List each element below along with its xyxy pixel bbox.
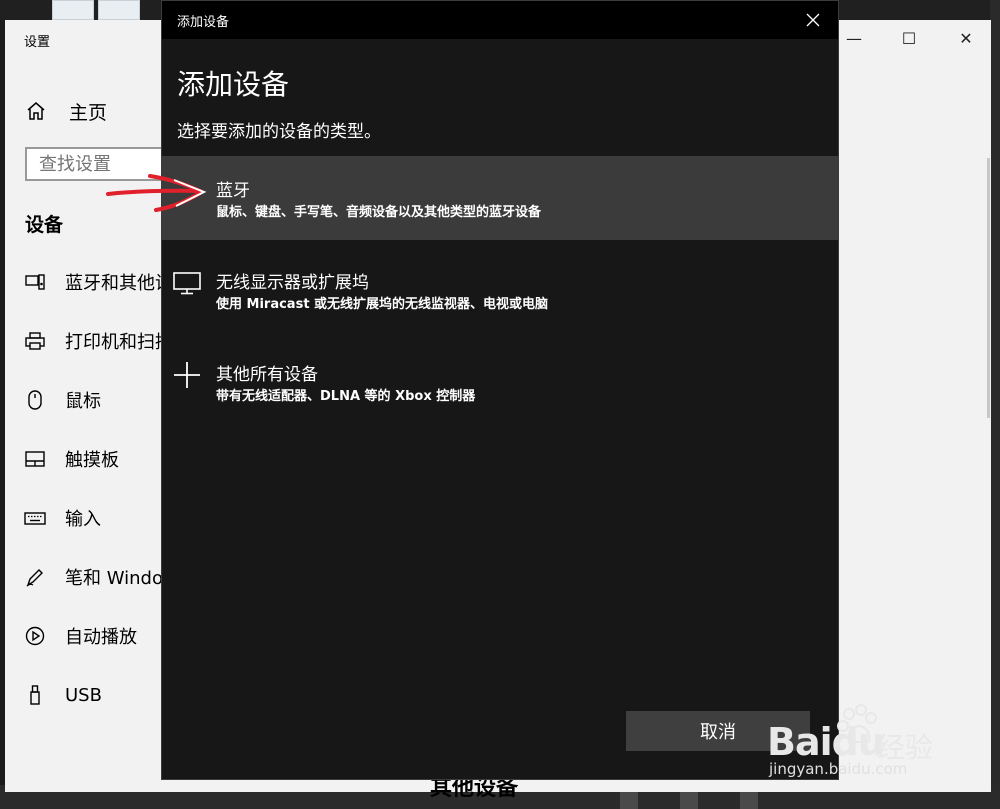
sidebar-item-label: 输入 — [65, 509, 101, 530]
autoplay-icon — [24, 625, 46, 647]
sidebar-item-label: 触摸板 — [65, 450, 119, 471]
desktop-background-right — [990, 0, 1000, 809]
sidebar-item-label: 打印机和扫描仪 — [65, 332, 164, 353]
option-title: 蓝牙 — [216, 181, 250, 201]
watermark-brand-prefix: Bai — [767, 720, 833, 764]
sidebar-item-pen[interactable]: 笔和 Windows Ink — [24, 562, 164, 592]
close-icon[interactable]: ✕ — [955, 28, 977, 50]
desktop-tile — [52, 0, 94, 20]
sidebar-item-label: 自动播放 — [65, 627, 137, 648]
home-label: 主页 — [69, 101, 108, 124]
sidebar-item-mouse[interactable]: 鼠标 — [24, 385, 164, 415]
maximize-icon[interactable]: ☐ — [898, 28, 920, 50]
section-title: 设备 — [25, 214, 64, 236]
dialog-heading: 添加设备 — [177, 68, 290, 101]
sidebar-item-label: 蓝牙和其他设备 — [65, 273, 164, 294]
option-description: 使用 Miracast 或无线扩展坞的无线监视器、电视或电脑 — [216, 297, 549, 312]
sidebar-item-touchpad[interactable]: 触摸板 — [24, 444, 164, 474]
option-wireless-display[interactable]: 无线显示器或扩展坞 使用 Miracast 或无线扩展坞的无线监视器、电视或电脑 — [162, 248, 838, 332]
option-title: 其他所有设备 — [216, 365, 318, 385]
dialog-titlebar: 添加设备 — [162, 1, 838, 39]
sidebar-item-bluetooth[interactable]: 蓝牙和其他设备 — [24, 267, 164, 297]
plus-icon — [170, 358, 204, 392]
home-icon — [27, 102, 45, 120]
option-title: 无线显示器或扩展坞 — [216, 273, 369, 293]
sidebar-item-label: 鼠标 — [65, 391, 101, 412]
desktop-tile — [98, 0, 140, 20]
sidebar-item-printers[interactable]: 打印机和扫描仪 — [24, 326, 164, 356]
sidebar-item-label: USB — [65, 684, 102, 706]
dialog-title: 添加设备 — [177, 15, 230, 30]
dialog-close-button[interactable] — [800, 7, 826, 33]
sidebar-item-usb[interactable]: USB — [24, 680, 164, 710]
option-everything-else[interactable]: 其他所有设备 带有无线适配器、DLNA 等的 Xbox 控制器 — [162, 340, 838, 424]
mouse-icon — [24, 389, 46, 411]
touchpad-icon — [24, 448, 46, 470]
close-icon — [806, 13, 820, 27]
baidu-watermark: Baidu 经验 jingyan.baidu.com — [765, 700, 990, 785]
annotation-arrow-icon — [106, 174, 207, 212]
minimize-icon[interactable]: — — [843, 28, 865, 50]
home-link[interactable]: 主页 — [25, 96, 107, 126]
keyboard-speaker-icon — [24, 271, 46, 293]
settings-app-title: 设置 — [24, 35, 51, 50]
add-device-dialog: 添加设备 添加设备 选择要添加的设备的类型。 蓝牙 鼠标、键盘、手写笔、音频设备… — [161, 0, 839, 780]
option-description: 鼠标、键盘、手写笔、音频设备以及其他类型的蓝牙设备 — [216, 205, 542, 220]
sidebar-item-label: 笔和 Windows Ink — [65, 568, 164, 589]
sidebar-item-autoplay[interactable]: 自动播放 — [24, 621, 164, 651]
keyboard-icon — [24, 507, 46, 529]
option-description: 带有无线适配器、DLNA 等的 Xbox 控制器 — [216, 389, 476, 404]
usb-icon — [24, 684, 46, 706]
watermark-site: jingyan.baidu.com — [769, 760, 908, 778]
baidu-paw-logo — [837, 704, 877, 743]
sidebar-item-typing[interactable]: 输入 — [24, 503, 164, 533]
monitor-icon — [170, 266, 204, 300]
printer-icon — [24, 330, 46, 352]
pen-icon — [24, 566, 46, 588]
dialog-subheading: 选择要添加的设备的类型。 — [177, 122, 381, 142]
settings-scrollbar[interactable] — [987, 158, 990, 418]
option-bluetooth[interactable]: 蓝牙 鼠标、键盘、手写笔、音频设备以及其他类型的蓝牙设备 — [162, 156, 838, 240]
